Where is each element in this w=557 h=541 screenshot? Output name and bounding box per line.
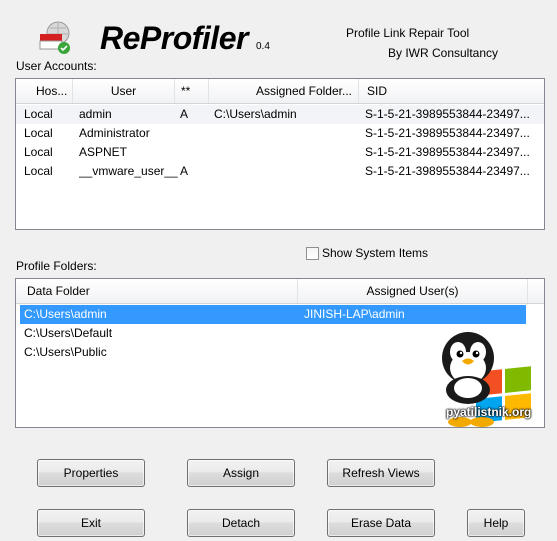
folder-list-header: Data Folder Assigned User(s) [16, 279, 544, 304]
assign-button[interactable]: Assign [187, 459, 295, 487]
cell-sid: S-1-5-21-3989553844-23497... [365, 126, 530, 140]
folder-row[interactable]: C:\Users\admin JINISH-LAP\admin [20, 305, 526, 324]
column-header-assigned-users[interactable]: Assigned User(s) [298, 279, 528, 303]
column-header-assigned-folder[interactable]: Assigned Folder... [209, 79, 359, 103]
app-byline: By IWR Consultancy [388, 46, 499, 60]
app-logo-icon [39, 21, 70, 54]
column-header-data-folder[interactable]: Data Folder [16, 279, 298, 303]
column-header-sid[interactable]: SID [359, 79, 544, 103]
cell-host: Local [24, 145, 53, 159]
properties-button[interactable]: Properties [37, 459, 145, 487]
cell-user: admin [79, 107, 112, 121]
cell-user: ASPNET [79, 145, 128, 159]
user-row[interactable]: Local admin A C:\Users\admin S-1-5-21-39… [16, 105, 544, 124]
cell-data-folder: C:\Users\Public [24, 345, 107, 359]
cell-sid: S-1-5-21-3989553844-23497... [365, 107, 530, 121]
cell-flag: A [180, 164, 189, 178]
refresh-views-button[interactable]: Refresh Views [327, 459, 435, 487]
cell-folder: C:\Users\admin [214, 107, 297, 121]
checkbox-box[interactable] [306, 247, 319, 260]
profile-folders-label: Profile Folders: [16, 259, 97, 273]
detach-button[interactable]: Detach [187, 509, 295, 537]
app-version: 0.4 [256, 41, 270, 52]
user-list-header: Hos... User ** Assigned Folder... SID [16, 79, 544, 104]
column-header-flag[interactable]: ** [175, 79, 209, 103]
user-row[interactable]: Local ASPNET S-1-5-21-3989553844-23497..… [16, 143, 544, 162]
column-header-user[interactable]: User [73, 79, 175, 103]
user-row[interactable]: Local Administrator S-1-5-21-3989553844-… [16, 124, 544, 143]
cell-sid: S-1-5-21-3989553844-23497... [365, 164, 530, 178]
cell-host: Local [24, 126, 53, 140]
cell-assigned-users: JINISH-LAP\admin [304, 307, 405, 321]
column-header-host[interactable]: Hos... [16, 79, 73, 103]
app-tagline: Profile Link Repair Tool [346, 26, 470, 40]
user-row[interactable]: Local __vmware_user__ A S-1-5-21-3989553… [16, 162, 544, 181]
penguin-logo-icon [442, 332, 531, 427]
cell-user: __vmware_user__ [79, 164, 178, 178]
cell-user: Administrator [79, 126, 150, 140]
cell-host: Local [24, 107, 53, 121]
user-accounts-label: User Accounts: [16, 59, 97, 73]
app-title: ReProfiler [100, 20, 248, 56]
cell-data-folder: C:\Users\admin [24, 307, 107, 321]
cell-data-folder: C:\Users\Default [24, 326, 113, 340]
cell-flag: A [180, 107, 189, 121]
show-system-items-label[interactable]: Show System Items [322, 246, 428, 260]
exit-button[interactable]: Exit [37, 509, 145, 537]
cell-host: Local [24, 164, 53, 178]
user-accounts-list[interactable]: Hos... User ** Assigned Folder... SID Lo… [15, 78, 545, 230]
help-button[interactable]: Help [467, 509, 525, 537]
erase-data-button[interactable]: Erase Data [327, 509, 435, 537]
cell-sid: S-1-5-21-3989553844-23497... [365, 145, 530, 159]
watermark-text: pyatilistnik.org [446, 405, 532, 419]
